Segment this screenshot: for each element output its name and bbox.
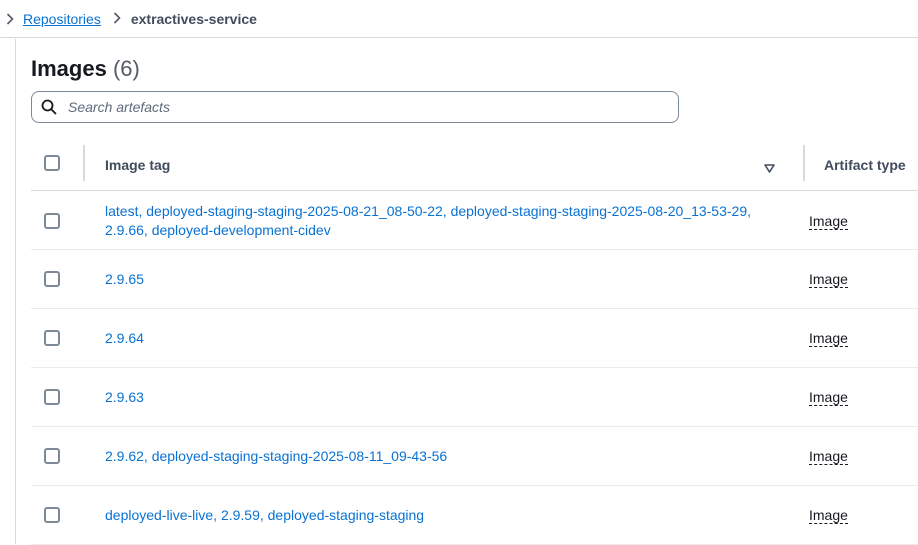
image-tag-cell: 2.9.63 <box>105 388 795 407</box>
row-checkbox[interactable] <box>44 271 60 287</box>
images-panel: Images (6) Image tag Artifact type lates… <box>15 39 918 545</box>
image-tag-link[interactable]: 2.9.62, deployed-staging-staging-2025-08… <box>105 448 447 464</box>
artifact-type[interactable]: Image <box>809 389 848 406</box>
column-divider[interactable] <box>803 145 805 181</box>
artifact-type[interactable]: Image <box>809 448 848 465</box>
artifact-type[interactable]: Image <box>809 507 848 524</box>
table-row[interactable]: latest, deployed-staging-staging-2025-08… <box>31 191 918 250</box>
image-count: (6) <box>112 56 140 81</box>
row-checkbox[interactable] <box>44 213 60 229</box>
search-box[interactable] <box>31 91 679 123</box>
breadcrumb-separator-icon <box>113 11 121 27</box>
image-tag-cell: latest, deployed-staging-staging-2025-08… <box>105 202 795 240</box>
image-tag-link[interactable]: deployed-live-live, 2.9.59, deployed-sta… <box>105 507 424 523</box>
image-tag-cell: deployed-live-live, 2.9.59, deployed-sta… <box>105 506 795 525</box>
image-tag-link[interactable]: 2.9.63 <box>105 389 144 405</box>
artifact-type[interactable]: Image <box>809 330 848 347</box>
column-header-artifact-type[interactable]: Artifact type <box>824 139 906 191</box>
page-title: Images (6) <box>31 55 140 83</box>
table-row[interactable]: 2.9.63 Image <box>31 368 918 427</box>
table-row[interactable]: 2.9.65 Image <box>31 250 918 309</box>
search-input[interactable] <box>66 98 666 116</box>
table-header: Image tag Artifact type <box>31 139 918 191</box>
image-tag-link[interactable]: latest, deployed-staging-staging-2025-08… <box>105 203 751 219</box>
table-row[interactable]: 2.9.62, deployed-staging-staging-2025-08… <box>31 427 918 486</box>
row-checkbox[interactable] <box>44 507 60 523</box>
column-header-image-tag[interactable]: Image tag <box>105 139 170 191</box>
breadcrumb-repositories-link[interactable]: Repositories <box>23 11 101 27</box>
images-table: Image tag Artifact type latest, deployed… <box>31 139 918 545</box>
row-checkbox[interactable] <box>44 330 60 346</box>
column-divider <box>83 145 85 181</box>
image-tag-cell: 2.9.64 <box>105 329 795 348</box>
search-icon <box>32 99 66 115</box>
image-tag-cell: 2.9.62, deployed-staging-staging-2025-08… <box>105 447 795 466</box>
breadcrumb-current: extractives-service <box>130 10 257 27</box>
artifact-type[interactable]: Image <box>809 271 848 288</box>
row-checkbox[interactable] <box>44 448 60 464</box>
row-checkbox[interactable] <box>44 389 60 405</box>
page-title-text: Images <box>31 56 107 81</box>
chevron-right-icon[interactable] <box>0 0 20 38</box>
sort-down-icon[interactable] <box>764 160 775 178</box>
table-row[interactable]: 2.9.64 Image <box>31 309 918 368</box>
image-tag-link[interactable]: 2.9.66, deployed-development-cidev <box>105 222 331 238</box>
image-tag-link[interactable]: 2.9.65 <box>105 271 144 287</box>
breadcrumb: Repositories extractives-service <box>0 0 918 38</box>
image-tag-cell: 2.9.65 <box>105 270 795 289</box>
image-tag-link[interactable]: 2.9.64 <box>105 330 144 346</box>
select-all-checkbox[interactable] <box>44 155 60 171</box>
table-row[interactable]: deployed-live-live, 2.9.59, deployed-sta… <box>31 486 918 545</box>
artifact-type[interactable]: Image <box>809 213 848 230</box>
